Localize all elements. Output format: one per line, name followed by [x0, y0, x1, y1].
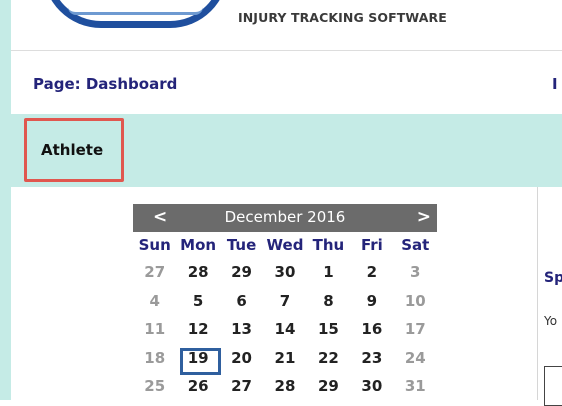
calendar-grid: Sun Mon Tue Wed Thu Fri Sat 27 28 29 30 1 2 3 4 5 6 7 8 9 10…: [133, 232, 437, 401]
calendar-day[interactable]: 8: [307, 287, 350, 316]
weekday-header: Fri: [360, 236, 383, 254]
calendar-widget: < December 2016 > Sun Mon Tue Wed Thu Fri Sat 2…: [133, 204, 437, 401]
app-header: INJURY TRACKING SOFTWARE: [11, 0, 562, 50]
calendar-day[interactable]: 29: [220, 258, 263, 287]
side-panel-input[interactable]: [544, 366, 562, 406]
calendar-day[interactable]: 30: [263, 258, 306, 287]
weekday-header: Sat: [401, 236, 430, 254]
calendar-day[interactable]: 23: [350, 344, 393, 373]
calendar-day[interactable]: 7: [263, 287, 306, 316]
left-rail: [0, 0, 11, 400]
calendar-day[interactable]: 30: [350, 372, 393, 401]
calendar-day[interactable]: 15: [307, 315, 350, 344]
weekday-header: Thu: [312, 236, 345, 254]
weekday-header: Tue: [226, 236, 257, 254]
calendar-day[interactable]: 24: [394, 344, 437, 373]
brand-logo: [43, 0, 228, 28]
calendar-day[interactable]: 3: [394, 258, 437, 287]
calendar-month-title: December 2016: [224, 208, 346, 226]
calendar-day[interactable]: 22: [307, 344, 350, 373]
next-month-button[interactable]: >: [417, 207, 431, 227]
calendar-day[interactable]: 20: [220, 344, 263, 373]
page-title: Page: Dashboard: [33, 75, 178, 93]
right-header-text: I: [552, 75, 558, 93]
calendar-day[interactable]: 10: [394, 287, 437, 316]
calendar-day[interactable]: 28: [263, 372, 306, 401]
calendar-day[interactable]: 14: [263, 315, 306, 344]
calendar-day[interactable]: 27: [133, 258, 176, 287]
weekday-header: Sun: [138, 236, 171, 254]
calendar-day[interactable]: 1: [307, 258, 350, 287]
calendar-day[interactable]: 29: [307, 372, 350, 401]
page-indicator-row: Page: Dashboard I: [11, 51, 562, 114]
calendar-day[interactable]: 18: [133, 344, 176, 373]
calendar-day[interactable]: 9: [350, 287, 393, 316]
calendar-day[interactable]: 21: [263, 344, 306, 373]
tab-athlete[interactable]: Athlete: [24, 118, 124, 182]
calendar-day[interactable]: 27: [220, 372, 263, 401]
calendar-day[interactable]: 6: [220, 287, 263, 316]
calendar-day[interactable]: 28: [176, 258, 219, 287]
brand-tagline: INJURY TRACKING SOFTWARE: [238, 10, 447, 25]
panel-divider: [537, 187, 538, 400]
calendar-day[interactable]: 25: [133, 372, 176, 401]
calendar-day[interactable]: 5: [176, 287, 219, 316]
weekday-header: Wed: [266, 236, 304, 254]
tab-athlete-label: Athlete: [41, 141, 104, 159]
calendar-day[interactable]: 11: [133, 315, 176, 344]
tab-bar: Athlete: [11, 114, 562, 187]
weekday-header: Mon: [180, 236, 217, 254]
calendar-header: < December 2016 >: [133, 204, 437, 232]
side-panel-text: Yo: [544, 314, 558, 328]
calendar-day[interactable]: 26: [176, 372, 219, 401]
calendar-day[interactable]: 2: [350, 258, 393, 287]
calendar-day[interactable]: 17: [394, 315, 437, 344]
side-panel-title: Sp: [544, 270, 562, 286]
calendar-day-today[interactable]: 19: [176, 344, 222, 375]
calendar-day[interactable]: 16: [350, 315, 393, 344]
calendar-day[interactable]: 31: [394, 372, 437, 401]
calendar-day[interactable]: 13: [220, 315, 263, 344]
calendar-day[interactable]: 12: [176, 315, 219, 344]
calendar-day[interactable]: 4: [133, 287, 176, 316]
